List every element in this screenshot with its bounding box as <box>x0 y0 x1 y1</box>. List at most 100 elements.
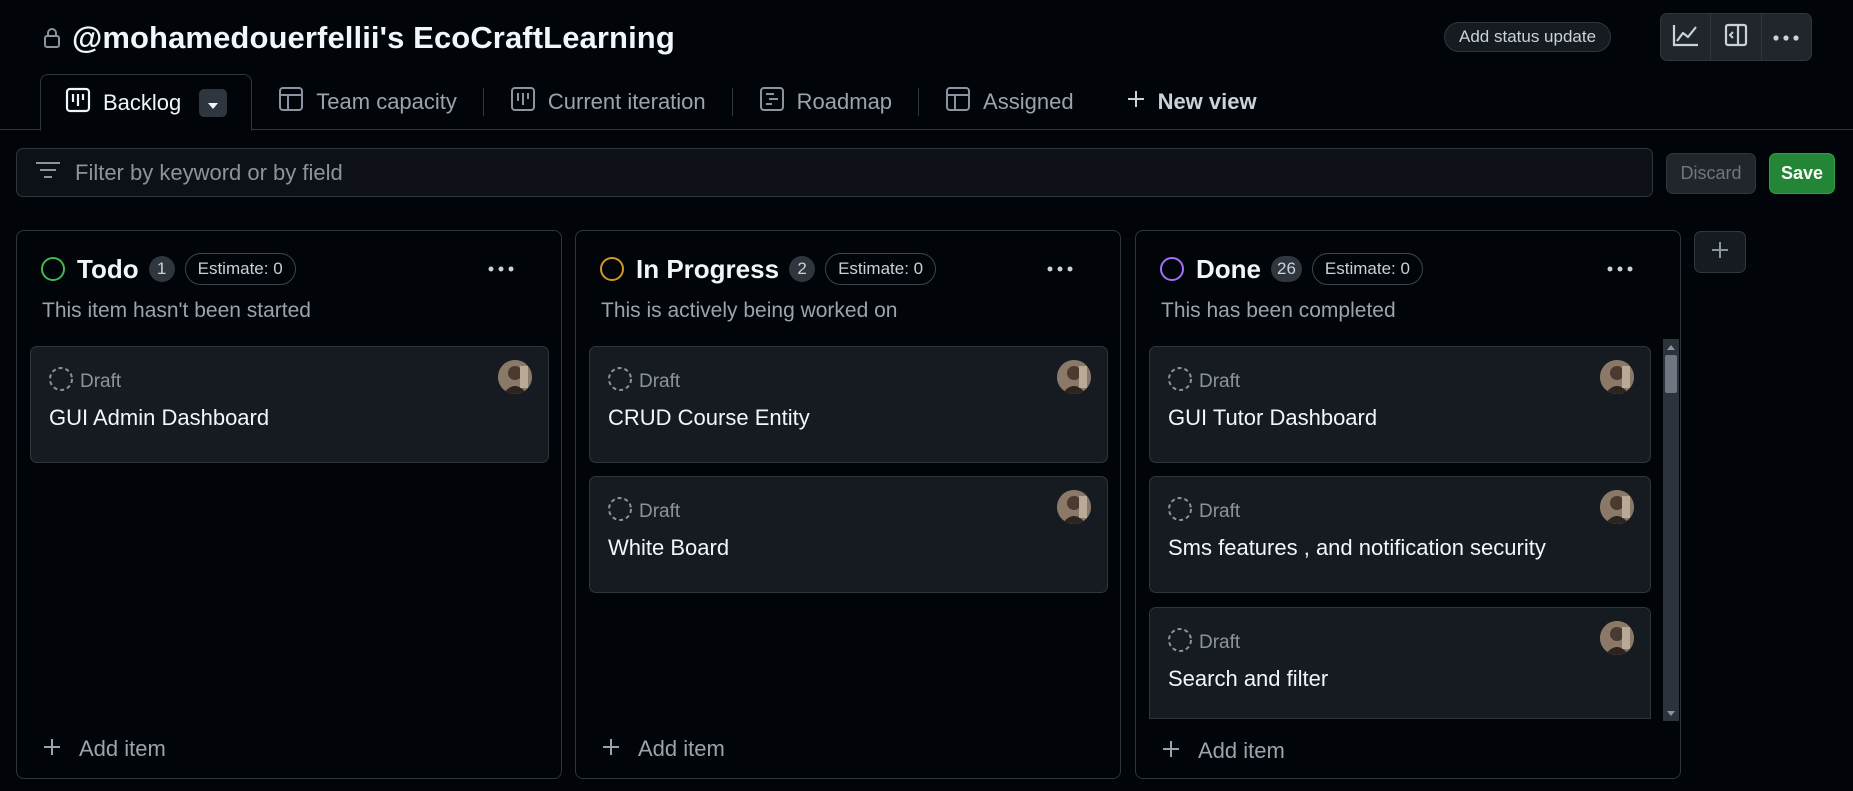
column-title: In Progress <box>636 253 780 284</box>
card-title[interactable]: GUI Admin Dashboard <box>49 405 269 431</box>
item-card[interactable]: Draft White Board <box>589 476 1108 593</box>
draft-issue-icon <box>48 366 74 398</box>
column-todo: Todo 1 Estimate: 0 This item hasn't been… <box>16 230 562 779</box>
column-title: Done <box>1196 253 1261 284</box>
scroll-up-arrow-icon[interactable] <box>1663 339 1679 355</box>
item-count-badge: 2 <box>789 256 816 282</box>
estimate-badge: Estimate: 0 <box>1311 253 1423 285</box>
card-title[interactable]: White Board <box>608 535 729 561</box>
tab-roadmap[interactable]: Roadmap <box>733 74 918 130</box>
card-title[interactable]: Sms features , and notification security <box>1168 535 1546 561</box>
draft-issue-icon <box>607 496 633 528</box>
add-item-button[interactable]: Add item <box>43 736 166 762</box>
status-label: Draft <box>1199 501 1241 522</box>
triangle-down-icon <box>207 90 219 116</box>
insights-button[interactable] <box>1661 14 1712 60</box>
tab-current-iteration[interactable]: Current iteration <box>484 74 732 130</box>
header-icon-group <box>1660 13 1812 61</box>
tab-backlog[interactable]: Backlog <box>40 74 253 131</box>
tab-label: Backlog <box>103 89 182 115</box>
sidebar-icon <box>1724 23 1748 52</box>
item-card[interactable]: Draft Search and filter <box>1149 607 1651 719</box>
add-item-label: Add item <box>79 736 166 761</box>
plus-icon <box>1710 240 1730 265</box>
card-title[interactable]: GUI Tutor Dashboard <box>1168 405 1377 431</box>
new-view-button[interactable]: New view <box>1100 74 1283 130</box>
more-options-button[interactable] <box>1762 14 1811 60</box>
title-wrap: @mohamedouerfellii's EcoCraftLearning <box>42 20 675 56</box>
plus-icon <box>1126 89 1146 115</box>
column-description: This has been completed <box>1161 299 1396 322</box>
filter-input[interactable] <box>75 159 1575 186</box>
column-scrollbar[interactable] <box>1663 339 1679 721</box>
side-panel-button[interactable] <box>1711 14 1762 60</box>
card-status: Draft <box>607 366 680 398</box>
tab-label: Assigned <box>983 89 1074 114</box>
project-header: @mohamedouerfellii's EcoCraftLearning Ad… <box>0 0 1853 131</box>
lock-icon <box>42 26 62 50</box>
save-button[interactable]: Save <box>1769 153 1835 194</box>
add-column-button[interactable] <box>1694 231 1746 273</box>
status-circle-icon <box>41 257 65 281</box>
new-view-label: New view <box>1157 89 1257 114</box>
item-card[interactable]: Draft GUI Admin Dashboard <box>30 346 549 463</box>
avatar[interactable] <box>1600 621 1634 655</box>
add-item-button[interactable]: Add item <box>1162 738 1285 764</box>
tab-label: Roadmap <box>796 89 893 114</box>
kebab-horizontal-icon <box>1047 259 1073 277</box>
column-done: Done 26 Estimate: 0 This has been comple… <box>1135 230 1681 779</box>
discard-button[interactable]: Discard <box>1666 153 1756 194</box>
status-label: Draft <box>639 501 681 522</box>
status-label: Draft <box>80 371 122 392</box>
tab-label: Current iteration <box>547 89 706 114</box>
column-header: Todo 1 Estimate: 0 <box>41 253 296 285</box>
column-menu-button[interactable] <box>485 261 517 275</box>
view-tabs: Backlog Team capacity Current iteration <box>40 74 1283 131</box>
item-card[interactable]: Draft Sms features , and notification se… <box>1149 476 1651 593</box>
plus-icon <box>602 736 620 762</box>
scroll-thumb[interactable] <box>1665 355 1677 393</box>
add-item-label: Add item <box>1198 738 1285 763</box>
roadmap-icon <box>759 86 785 118</box>
avatar[interactable] <box>1057 490 1091 524</box>
card-title[interactable]: Search and filter <box>1168 666 1328 692</box>
column-menu-button[interactable] <box>1604 261 1636 275</box>
card-title[interactable]: CRUD Course Entity <box>608 405 810 431</box>
kebab-horizontal-icon <box>488 259 514 277</box>
graph-icon <box>1672 23 1700 52</box>
column-title: Todo <box>77 253 139 284</box>
status-label: Draft <box>639 371 681 392</box>
board-icon <box>510 86 536 118</box>
draft-issue-icon <box>1167 496 1193 528</box>
avatar[interactable] <box>1600 360 1634 394</box>
scroll-down-arrow-icon[interactable] <box>1663 705 1679 721</box>
add-item-button[interactable]: Add item <box>602 736 725 762</box>
card-status: Draft <box>48 366 121 398</box>
avatar[interactable] <box>1057 360 1091 394</box>
add-status-update-button[interactable]: Add status update <box>1444 22 1612 52</box>
tab-assigned[interactable]: Assigned <box>919 74 1100 130</box>
card-status: Draft <box>1167 366 1240 398</box>
table-icon <box>278 86 304 118</box>
filter-bar <box>16 148 1653 197</box>
tab-team-capacity[interactable]: Team capacity <box>252 74 483 130</box>
item-card[interactable]: Draft GUI Tutor Dashboard <box>1149 346 1651 463</box>
estimate-badge: Estimate: 0 <box>184 253 296 285</box>
status-label: Draft <box>1199 371 1241 392</box>
item-count-badge: 26 <box>1271 256 1302 282</box>
card-status: Draft <box>607 496 680 528</box>
column-header: Done 26 Estimate: 0 <box>1160 253 1423 285</box>
add-item-label: Add item <box>638 736 725 761</box>
page-title: @mohamedouerfellii's EcoCraftLearning <box>72 20 675 55</box>
avatar[interactable] <box>1600 490 1634 524</box>
card-status: Draft <box>1167 496 1240 528</box>
avatar[interactable] <box>498 360 532 394</box>
column-menu-button[interactable] <box>1044 261 1076 275</box>
status-circle-icon <box>600 257 624 281</box>
view-options-dropdown[interactable] <box>199 88 228 117</box>
item-card[interactable]: Draft CRUD Course Entity <box>589 346 1108 463</box>
plus-icon <box>1162 738 1180 764</box>
kebab-horizontal-icon <box>1607 259 1633 277</box>
table-icon <box>945 86 971 118</box>
filter-icon <box>35 160 61 185</box>
